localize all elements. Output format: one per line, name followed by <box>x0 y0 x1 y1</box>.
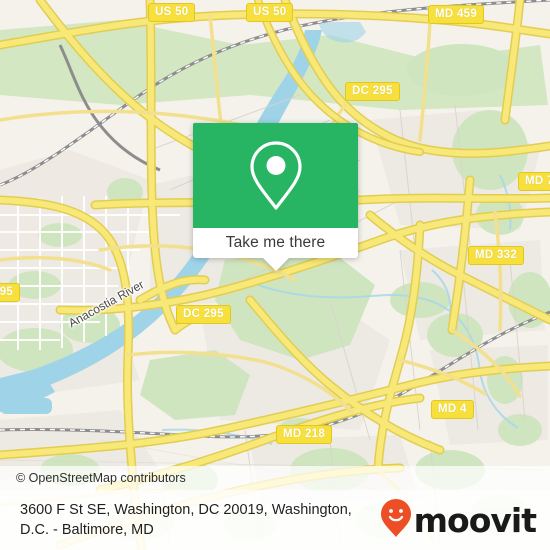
callout-icon-area <box>193 123 358 228</box>
location-pin-icon <box>247 139 305 213</box>
address-line-1: 3600 F St SE, Washington, DC 20019, Wash… <box>20 502 352 518</box>
location-callout[interactable]: Take me there <box>193 123 358 271</box>
map-screenshot: US 50 US 50 MD 459 DC 295 MD 70 MD 332 D… <box>0 0 550 550</box>
moovit-wordmark: moovit <box>413 500 537 540</box>
map-attribution-bar: © OpenStreetMap contributors <box>0 466 550 490</box>
road-shield-md-332: MD 332 <box>468 246 525 265</box>
address-block: 3600 F St SE, Washington, DC 20019, Wash… <box>0 500 352 540</box>
road-shield-us-50-east: US 50 <box>246 3 294 22</box>
moovit-brand[interactable]: moovit <box>380 498 550 543</box>
road-shield-md-70: MD 70 <box>518 172 550 191</box>
osm-attribution-text[interactable]: © OpenStreetMap contributors <box>0 471 186 485</box>
moovit-smiley-pin-icon <box>380 498 412 543</box>
footer-bar: 3600 F St SE, Washington, DC 20019, Wash… <box>0 490 550 550</box>
road-shield-md-459: MD 459 <box>428 5 485 24</box>
road-shield-dc-295-north: DC 295 <box>345 82 400 101</box>
road-shield-md-4: MD 4 <box>431 400 474 419</box>
road-shield-md-218: MD 218 <box>276 425 333 444</box>
callout-pointer-tip <box>262 258 289 271</box>
callout-action-bar[interactable]: Take me there <box>193 228 358 271</box>
road-shield-dc-295-south: DC 295 <box>176 305 231 324</box>
take-me-there-label: Take me there <box>225 234 326 251</box>
road-shield-us-50-west: US 50 <box>148 3 196 22</box>
road-shield-295-edge: 295 <box>0 283 21 302</box>
address-line-2: D.C. - Baltimore, MD <box>20 522 154 538</box>
